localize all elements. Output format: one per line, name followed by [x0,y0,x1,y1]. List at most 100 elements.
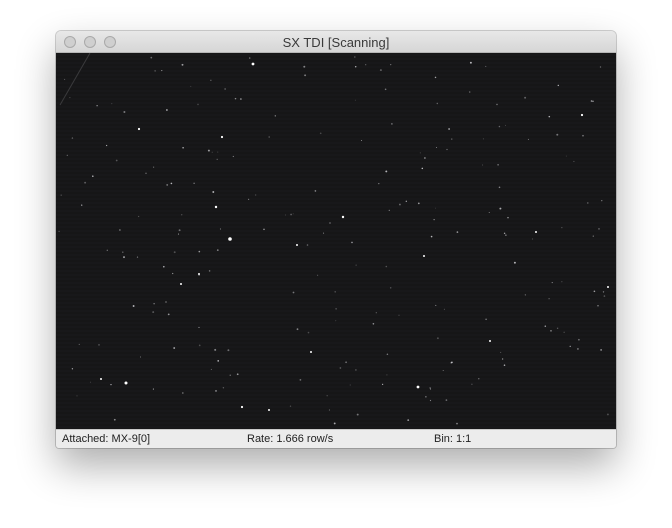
star [398,203,401,206]
star [69,97,71,99]
star [372,323,375,325]
star [136,256,139,258]
star [341,215,345,219]
star [181,392,184,394]
star [456,422,458,425]
star [140,356,141,358]
star [592,235,594,237]
star [524,294,526,296]
star [240,405,244,409]
star [607,286,609,288]
star [550,330,552,332]
star [435,304,437,306]
star [573,160,575,162]
star [430,235,433,238]
star [289,405,292,407]
scan-rate-status: Rate: 1.666 row/s [247,433,334,445]
star [307,331,310,334]
star [391,123,393,125]
star [100,378,102,380]
star [507,216,509,219]
star [224,88,226,90]
star [433,219,435,221]
star [154,70,156,72]
star [446,148,448,151]
star [197,103,199,106]
star [456,231,459,233]
star [381,383,384,386]
star [132,305,135,307]
star [78,343,80,345]
star [268,409,270,411]
star [592,100,594,103]
star [354,66,357,68]
star [123,111,126,113]
star [386,353,389,356]
star [210,79,212,81]
binning-status: Bin: 1:1 [434,433,472,445]
star [153,303,155,305]
star [423,255,425,257]
star [531,238,534,240]
star [505,234,507,236]
star [498,186,501,189]
star [499,207,502,210]
star [451,138,453,140]
star [310,351,312,353]
star [122,251,124,253]
star [198,326,200,328]
star [115,159,118,162]
star [292,213,294,215]
star [328,409,330,411]
star [263,228,265,231]
star [137,215,140,218]
star [326,395,328,397]
star [527,138,529,140]
star [468,91,471,93]
star [436,147,437,148]
star [388,209,390,212]
star [501,358,504,360]
star [485,318,487,321]
star [81,204,83,206]
star [582,134,584,137]
star [398,314,400,316]
star [601,200,603,202]
star [565,155,567,157]
star [111,103,113,105]
star [240,98,242,100]
star [603,295,606,297]
star [166,109,168,111]
star [597,305,599,307]
star-field-image [56,53,616,429]
star [355,264,357,266]
star [268,136,271,138]
star [232,155,234,158]
star [505,124,506,126]
star [220,135,224,139]
star [98,344,100,346]
star [71,137,74,139]
star [354,99,356,101]
star [489,340,491,342]
star [429,387,431,389]
star [419,152,421,154]
star [386,374,388,376]
star [551,282,553,284]
star [60,194,62,196]
star [105,144,108,147]
scan-image-view[interactable] [56,53,616,429]
star [421,167,424,170]
star [216,158,218,161]
star [198,274,200,276]
star [361,140,363,141]
star [436,337,439,340]
star [292,291,295,294]
star [255,194,257,196]
star [535,231,537,233]
star [113,418,116,421]
title-bar[interactable]: SX TDI [Scanning] [56,31,616,53]
star [90,381,91,383]
star [173,347,176,349]
star [190,85,192,87]
